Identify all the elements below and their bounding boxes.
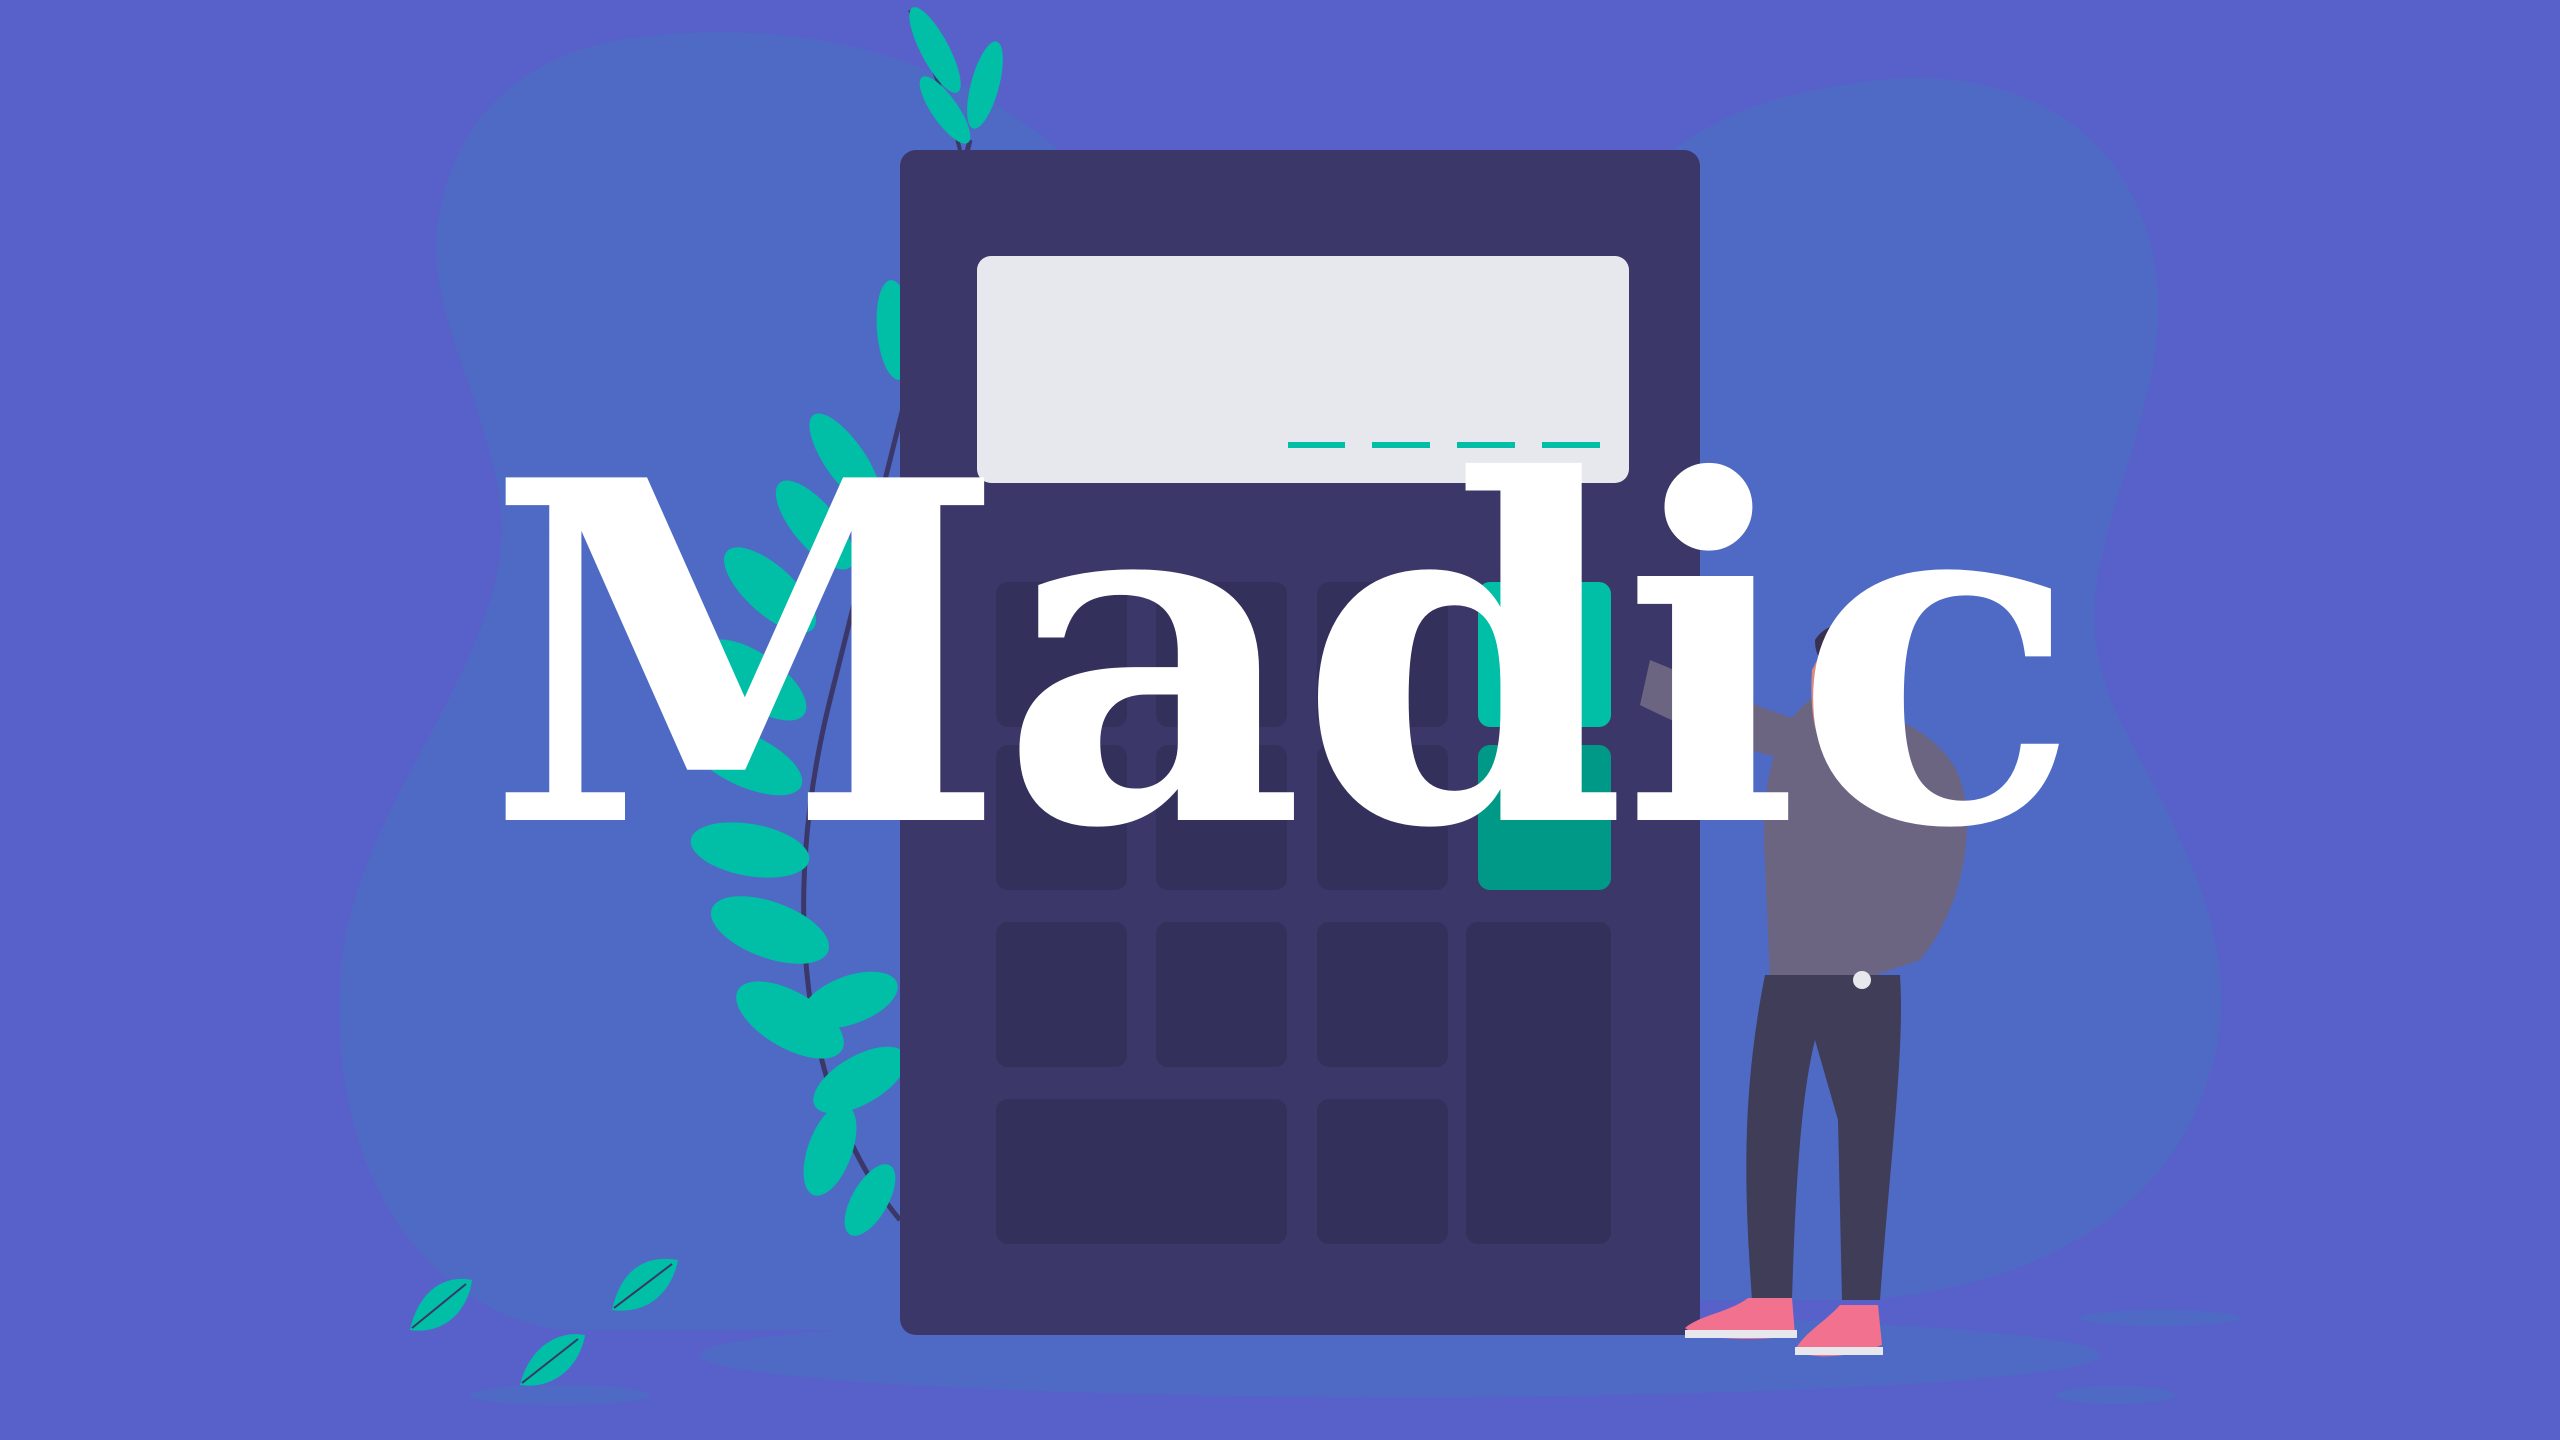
ground-shadow-small-right (2055, 1386, 2175, 1404)
ground-shadow-small-left (470, 1385, 650, 1405)
ground-shadow-far-right (2080, 1310, 2240, 1326)
brand-title: Madic (485, 379, 2080, 931)
